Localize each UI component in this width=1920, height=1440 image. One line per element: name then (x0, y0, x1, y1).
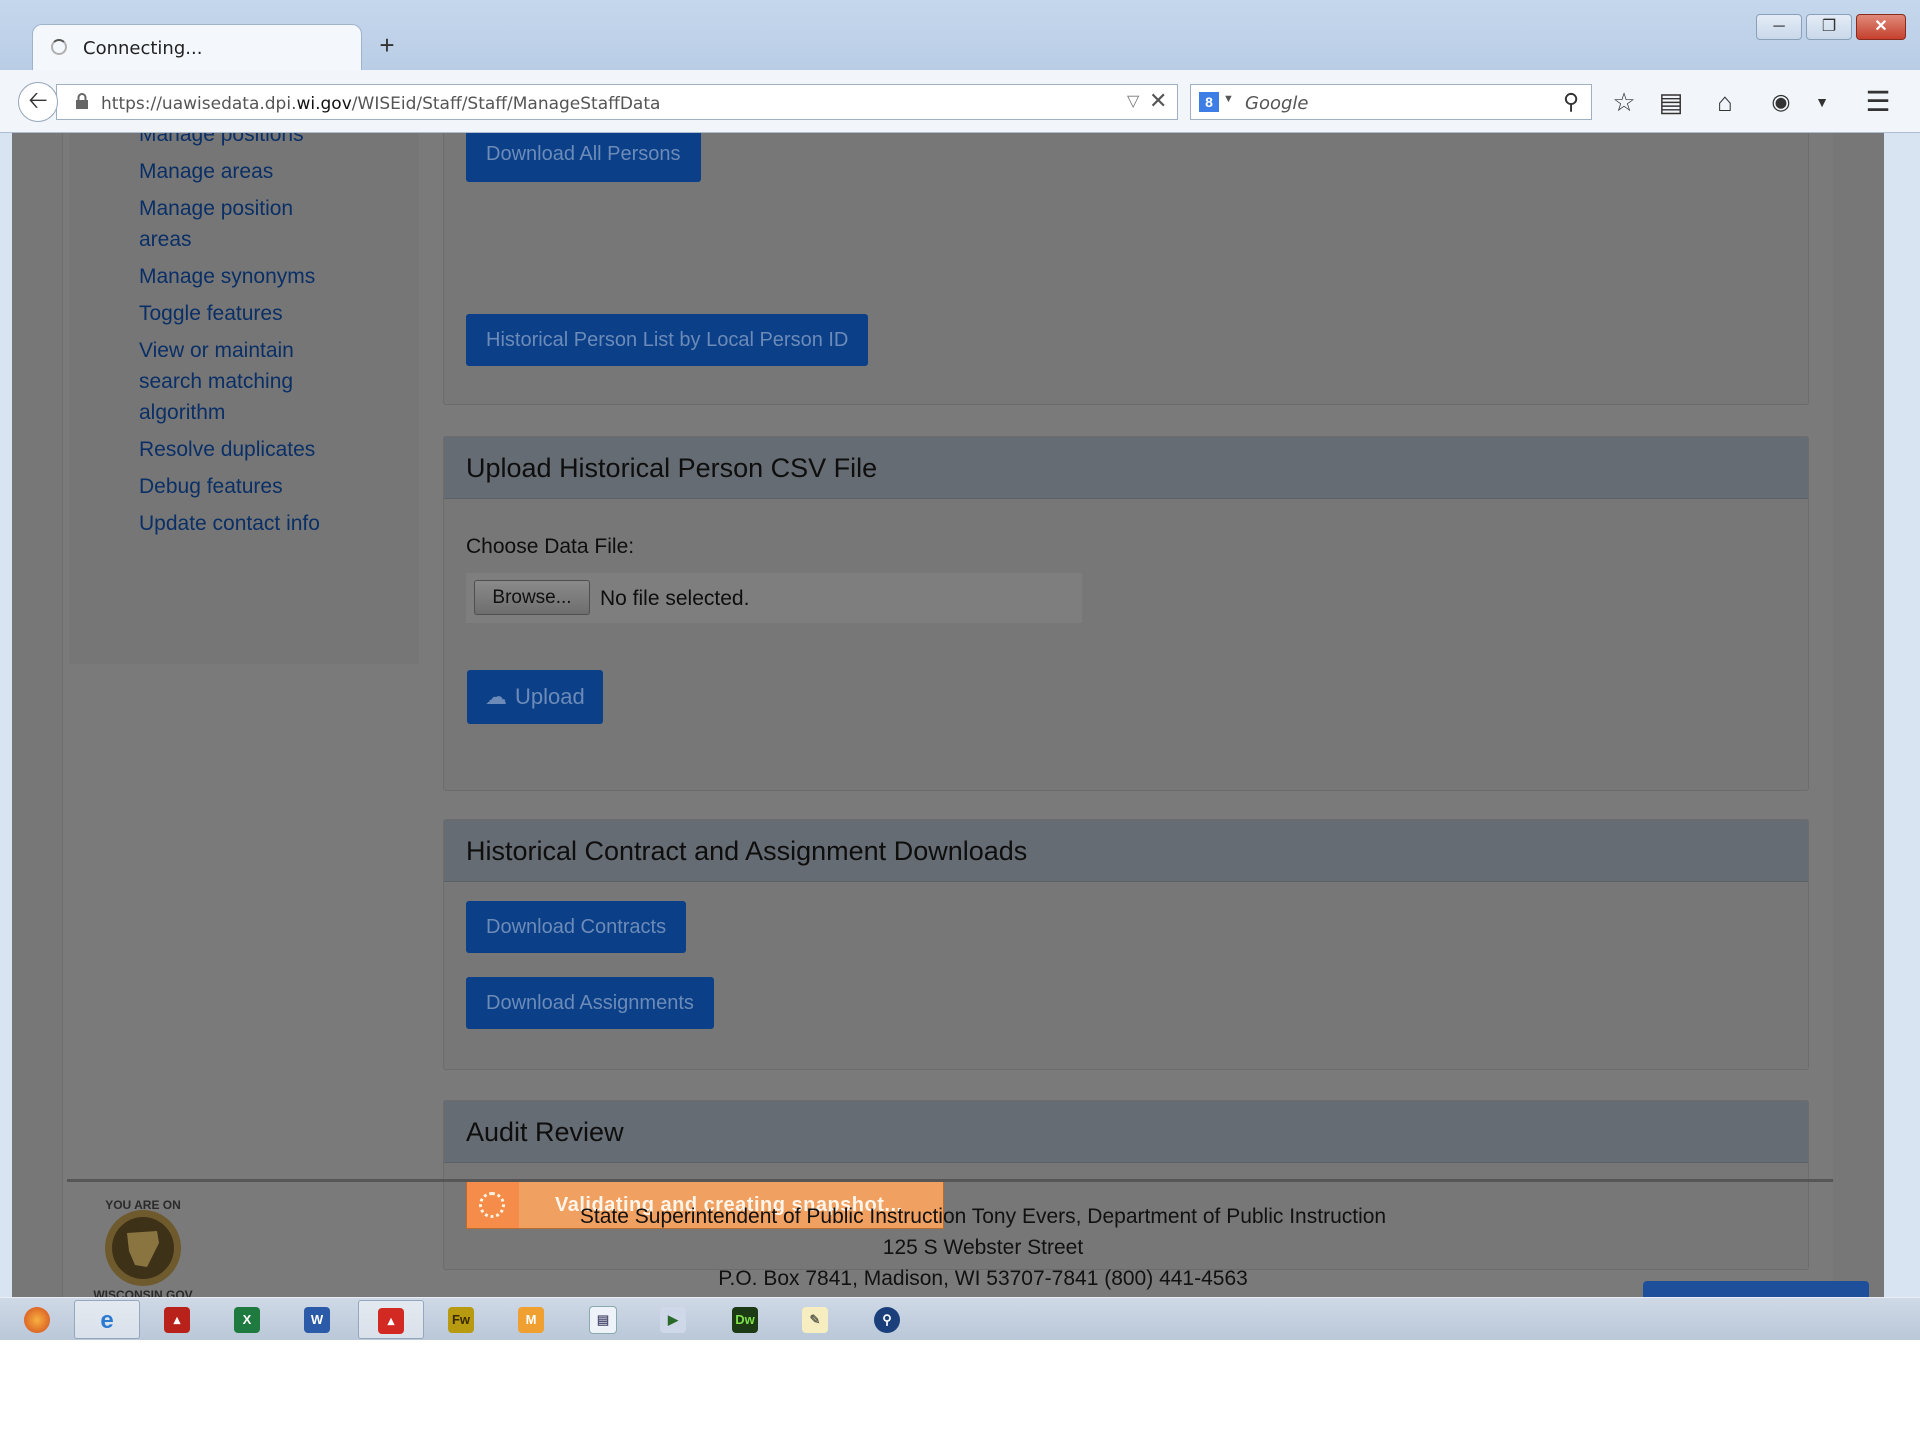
footer-line-1: State Superintendent of Public Instructi… (579, 1205, 1387, 1228)
taskbar-acrobat-pro-icon[interactable]: ▴ (358, 1300, 424, 1339)
taskbar-search-app-icon[interactable]: ⚲ (854, 1300, 920, 1339)
file-status-text: No file selected. (600, 587, 750, 610)
url-bar[interactable]: https://uawisedata.dpi.wi.gov/WISEid/Sta… (56, 84, 1178, 120)
sidebar-item-debug-features[interactable]: Debug features (139, 471, 283, 502)
contract-assignment-downloads-panel: Historical Contract and Assignment Downl… (443, 819, 1809, 1070)
search-placeholder: Google (1245, 93, 1309, 114)
svg-text:WISCONSIN.GOV: WISCONSIN.GOV (93, 1288, 192, 1297)
url-history-dropdown-icon[interactable]: ▽ (1127, 91, 1139, 111)
panel-header: Upload Historical Person CSV File (444, 437, 1808, 499)
sidebar-item-manage-synonyms[interactable]: Manage synonyms (139, 261, 315, 292)
bookmark-star-icon[interactable]: ☆ (1608, 86, 1640, 118)
taskbar-notes-icon[interactable]: ✎ (782, 1300, 848, 1339)
upload-csv-panel: Upload Historical Person CSV File Choose… (443, 436, 1809, 791)
taskbar-excel-icon[interactable]: X (214, 1300, 280, 1339)
lock-icon (76, 93, 88, 109)
sidebar-item-search-matching[interactable]: View or maintain (139, 335, 294, 366)
download-contracts-button[interactable]: Download Contracts (466, 901, 687, 953)
loading-spinner-icon (51, 39, 67, 55)
sidebar-item-search-matching-cont1[interactable]: search matching (139, 366, 293, 397)
browse-button[interactable]: Browse... (474, 580, 590, 615)
sidebar-item-manage-areas[interactable]: Manage areas (139, 156, 273, 187)
panel-title: Upload Historical Person CSV File (466, 453, 878, 483)
search-icon[interactable]: ⚲ (1563, 89, 1579, 115)
panel-title: Audit Review (466, 1117, 624, 1147)
search-engine-icon[interactable]: 8 (1199, 92, 1219, 112)
taskbar-fireworks-icon[interactable]: Fw (428, 1300, 494, 1339)
bookmarks-list-icon[interactable]: ▤ (1655, 86, 1687, 118)
panel-title: Historical Contract and Assignment Downl… (466, 836, 1028, 866)
taskbar-dreamweaver-icon[interactable]: Dw (712, 1300, 778, 1339)
sidebar-item-manage-position-areas[interactable]: Manage position (139, 193, 293, 224)
tab-title: Connecting... (83, 38, 203, 59)
browser-window: Connecting... + ─ ❐ ✕ https://uawisedata… (0, 0, 1920, 1340)
historical-person-list-button[interactable]: Historical Person List by Local Person I… (466, 314, 869, 366)
search-engine-dropdown-icon[interactable]: ▼ (1223, 93, 1234, 105)
sidebar-item-toggle-features[interactable]: Toggle features (139, 298, 283, 329)
page-container: Manage positions Manage areas Manage pos… (62, 133, 1869, 1297)
addon-icon[interactable]: ◉ (1765, 86, 1797, 118)
hamburger-menu-icon[interactable]: ☰ (1862, 86, 1894, 118)
footer-line-2: 125 S Webster Street (882, 1236, 1084, 1259)
sidebar-item-search-matching-cont2[interactable]: algorithm (139, 397, 225, 428)
choose-file-label: Choose Data File: (466, 535, 635, 558)
panel-header: Audit Review (444, 1101, 1808, 1163)
taskbar-firefox-icon[interactable] (4, 1300, 70, 1339)
search-bar[interactable]: 8 ▼ Google ⚲ (1190, 84, 1592, 120)
sidebar-item-update-contact-info[interactable]: Update contact info (139, 508, 320, 539)
upload-button[interactable]: ☁ Upload (467, 670, 603, 724)
svg-text:YOU ARE ON: YOU ARE ON (105, 1198, 181, 1212)
browser-tab-active[interactable]: Connecting... (32, 24, 362, 70)
close-window-button[interactable]: ✕ (1856, 14, 1906, 40)
title-bar: Connecting... + ─ ❐ ✕ (0, 0, 1920, 70)
taskbar-notepad-doc-icon[interactable]: ▤ (570, 1300, 636, 1339)
page-viewport: Manage positions Manage areas Manage pos… (12, 133, 1884, 1297)
navigation-toolbar: https://uawisedata.dpi.wi.gov/WISEid/Sta… (0, 70, 1920, 133)
home-icon[interactable]: ⌂ (1709, 86, 1741, 118)
stop-loading-icon[interactable]: ✕ (1149, 88, 1167, 114)
panel-header: Historical Contract and Assignment Downl… (444, 820, 1808, 882)
taskbar-installer-icon[interactable]: ▶ (640, 1300, 706, 1339)
file-input[interactable]: Browse... No file selected. (466, 573, 1082, 623)
url-text: https://uawisedata.dpi.wi.gov/WISEid/Sta… (101, 94, 661, 114)
taskbar-word-icon[interactable]: W (284, 1300, 350, 1339)
addon-dropdown-icon[interactable]: ▼ (1806, 86, 1838, 118)
new-tab-button[interactable]: + (372, 30, 402, 60)
windows-taskbar: e ▴ X W ▴ Fw M ▤ ▶ Dw ✎ ⚲ (0, 1297, 1920, 1340)
admin-sidebar: Manage positions Manage areas Manage pos… (69, 133, 419, 664)
taskbar-acrobat-icon[interactable]: ▴ (144, 1300, 210, 1339)
wisconsin-gov-seal-logo[interactable]: YOU ARE ON WISCONSIN.GOV (87, 1195, 199, 1297)
footer-divider (67, 1179, 1833, 1182)
feedback-tab[interactable] (1643, 1281, 1869, 1297)
maximize-button[interactable]: ❐ (1806, 14, 1852, 40)
download-all-persons-button[interactable]: Download All Persons (466, 133, 701, 182)
sidebar-item-manage-position-areas-cont[interactable]: areas (139, 224, 192, 255)
person-downloads-panel: Download All Persons Historical Person L… (443, 133, 1809, 405)
taskbar-internet-explorer-icon[interactable]: e (74, 1300, 140, 1339)
minimize-button[interactable]: ─ (1756, 14, 1802, 40)
sidebar-item-manage-positions[interactable]: Manage positions (139, 133, 304, 150)
cloud-upload-icon: ☁ (485, 684, 507, 709)
footer-line-3: P.O. Box 7841, Madison, WI 53707-7841 (8… (718, 1267, 1248, 1290)
taskbar-mail-icon[interactable]: M (498, 1300, 564, 1339)
download-assignments-button[interactable]: Download Assignments (466, 977, 714, 1029)
upload-label: Upload (515, 684, 585, 709)
sidebar-item-resolve-duplicates[interactable]: Resolve duplicates (139, 434, 315, 465)
back-button[interactable]: 🡠 (18, 82, 58, 122)
